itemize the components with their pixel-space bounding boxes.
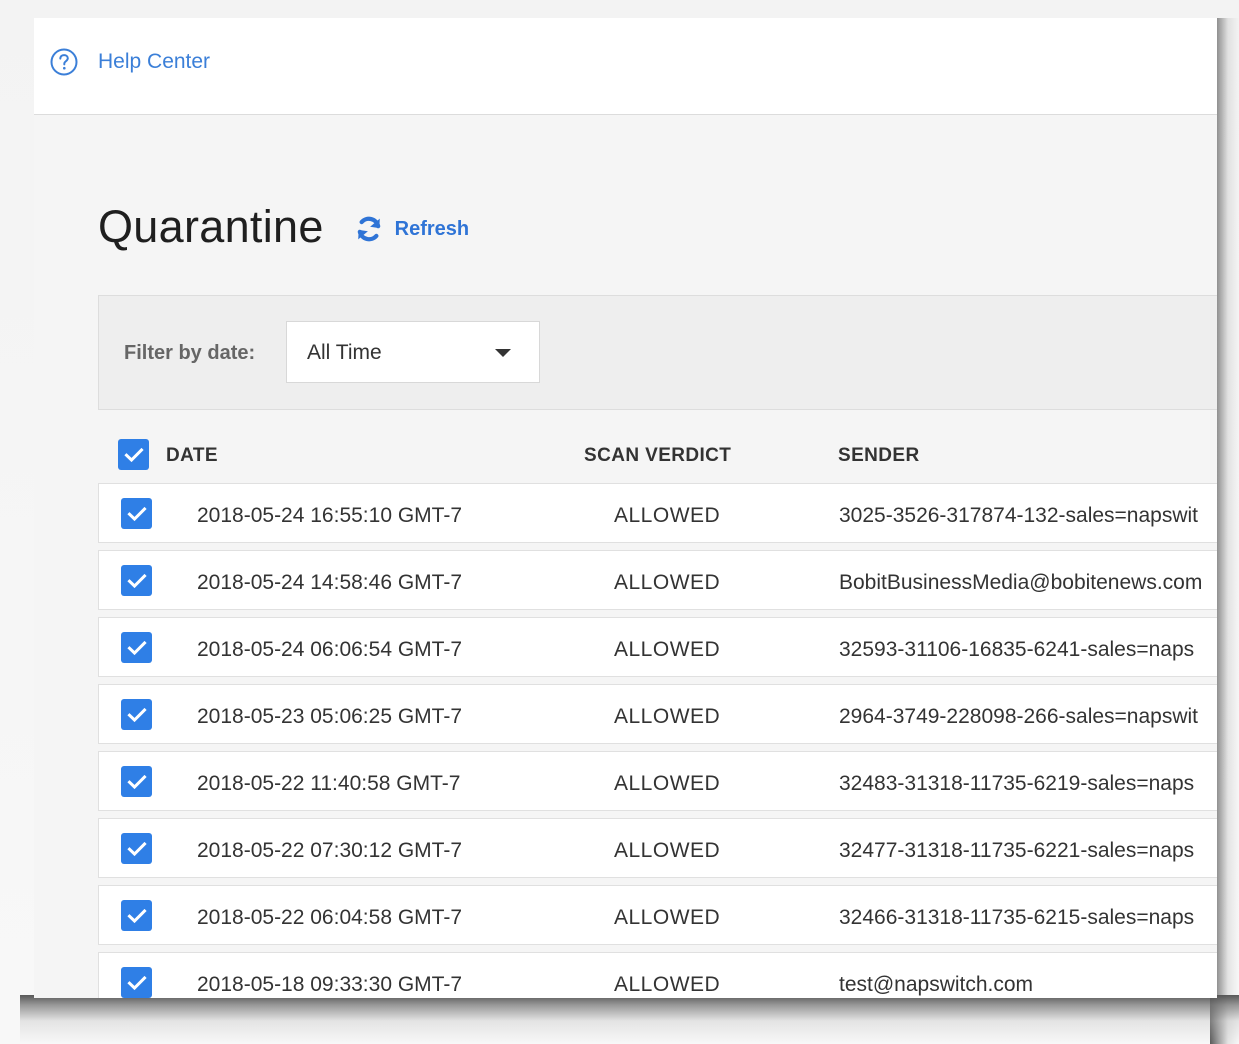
help-center-link[interactable]: Help Center <box>50 48 210 76</box>
table-row[interactable]: 2018-05-22 07:30:12 GMT-7 ALLOWED 32477-31… <box>98 818 1217 878</box>
column-header-scan-verdict[interactable]: SCAN VERDICT <box>584 445 731 467</box>
refresh-button[interactable]: Refresh <box>354 214 469 244</box>
row-scan-verdict: ALLOWED <box>614 839 721 862</box>
row-checkbox[interactable] <box>121 967 152 998</box>
row-checkbox[interactable] <box>121 498 152 529</box>
row-sender: BobitBusinessMedia@bobitenews.com <box>839 571 1203 594</box>
row-sender: 32593-31106-16835-6241-sales=naps <box>839 638 1195 661</box>
row-date: 2018-05-24 06:06:54 GMT-7 <box>197 638 463 661</box>
row-scan-verdict: ALLOWED <box>614 705 721 728</box>
row-sender: 32466-31318-11735-6215-sales=naps <box>839 906 1195 929</box>
row-scan-verdict: ALLOWED <box>614 504 721 527</box>
top-bar: Help Center <box>34 18 1217 115</box>
table-row[interactable]: 2018-05-24 16:55:10 GMT-7 ALLOWED 3025-352… <box>98 483 1217 543</box>
row-scan-verdict: ALLOWED <box>614 638 721 661</box>
question-circle-icon <box>50 48 78 76</box>
caret-down-icon <box>495 349 511 357</box>
page-title: Quarantine <box>98 201 324 252</box>
row-date: 2018-05-22 07:30:12 GMT-7 <box>197 839 463 862</box>
row-sender: 2964-3749-228098-266-sales=napswit <box>839 705 1199 728</box>
column-header-sender[interactable]: SENDER <box>838 445 920 467</box>
date-filter-select[interactable]: All Time <box>286 321 540 383</box>
window-shadow-bottom <box>20 995 1239 1044</box>
row-date: 2018-05-24 16:55:10 GMT-7 <box>197 504 463 527</box>
row-date: 2018-05-22 06:04:58 GMT-7 <box>197 906 463 929</box>
column-header-date[interactable]: DATE <box>166 445 218 467</box>
table-row[interactable]: 2018-05-24 14:58:46 GMT-7 ALLOWED BobitBus… <box>98 550 1217 610</box>
row-checkbox[interactable] <box>121 565 152 596</box>
checkmark-icon <box>126 841 147 856</box>
filter-bar: Filter by date: All Time <box>98 295 1217 410</box>
checkmark-icon <box>126 774 147 789</box>
row-date: 2018-05-24 14:58:46 GMT-7 <box>197 571 463 594</box>
row-sender: test@napswitch.com <box>839 973 1034 996</box>
table-row[interactable]: 2018-05-23 05:06:25 GMT-7 ALLOWED 2964-374… <box>98 684 1217 744</box>
row-checkbox[interactable] <box>121 699 152 730</box>
row-sender: 32477-31318-11735-6221-sales=naps <box>839 839 1195 862</box>
table-header: DATE SCAN VERDICT SENDER <box>98 426 1217 484</box>
checkmark-icon <box>126 975 147 990</box>
row-scan-verdict: ALLOWED <box>614 973 721 996</box>
checkmark-icon <box>126 908 147 923</box>
checkmark-icon <box>126 573 147 588</box>
select-all-checkbox[interactable] <box>118 439 149 470</box>
filter-by-date-label: Filter by date: <box>124 342 256 364</box>
table-row[interactable]: 2018-05-22 11:40:58 GMT-7 ALLOWED 32483-31… <box>98 751 1217 811</box>
row-checkbox[interactable] <box>121 900 152 931</box>
row-checkbox[interactable] <box>121 766 152 797</box>
help-center-label: Help Center <box>98 50 211 73</box>
checkmark-icon <box>126 506 147 521</box>
row-date: 2018-05-18 09:33:30 GMT-7 <box>197 973 463 996</box>
screenshot-stage: Help Center Quarantine Refresh Filter by… <box>0 0 1239 1044</box>
checkmark-icon <box>123 447 144 462</box>
row-sender: 32483-31318-11735-6219-sales=naps <box>839 772 1195 795</box>
table-row[interactable]: 2018-05-22 06:04:58 GMT-7 ALLOWED 32466-31… <box>98 885 1217 945</box>
date-filter-value: All Time <box>307 341 382 364</box>
row-date: 2018-05-23 05:06:25 GMT-7 <box>197 705 463 728</box>
row-scan-verdict: ALLOWED <box>614 571 721 594</box>
row-sender: 3025-3526-317874-132-sales=napswit <box>839 504 1199 527</box>
row-checkbox[interactable] <box>121 632 152 663</box>
row-scan-verdict: ALLOWED <box>614 906 721 929</box>
row-checkbox[interactable] <box>121 833 152 864</box>
refresh-icon <box>357 216 380 242</box>
checkmark-icon <box>126 640 147 655</box>
refresh-label: Refresh <box>394 217 470 240</box>
checkmark-icon <box>126 707 147 722</box>
quarantine-window: Help Center Quarantine Refresh Filter by… <box>34 18 1217 998</box>
table-row[interactable]: 2018-05-24 06:06:54 GMT-7 ALLOWED 32593-31… <box>98 617 1217 677</box>
page-title-row: Quarantine Refresh <box>98 201 469 253</box>
row-date: 2018-05-22 11:40:58 GMT-7 <box>197 772 461 795</box>
table-row[interactable]: 2018-05-18 09:33:30 GMT-7 ALLOWED test@nap… <box>98 952 1217 998</box>
row-scan-verdict: ALLOWED <box>614 772 721 795</box>
quarantine-table-body: 2018-05-24 16:55:10 GMT-7 ALLOWED 3025-352… <box>98 483 1217 998</box>
